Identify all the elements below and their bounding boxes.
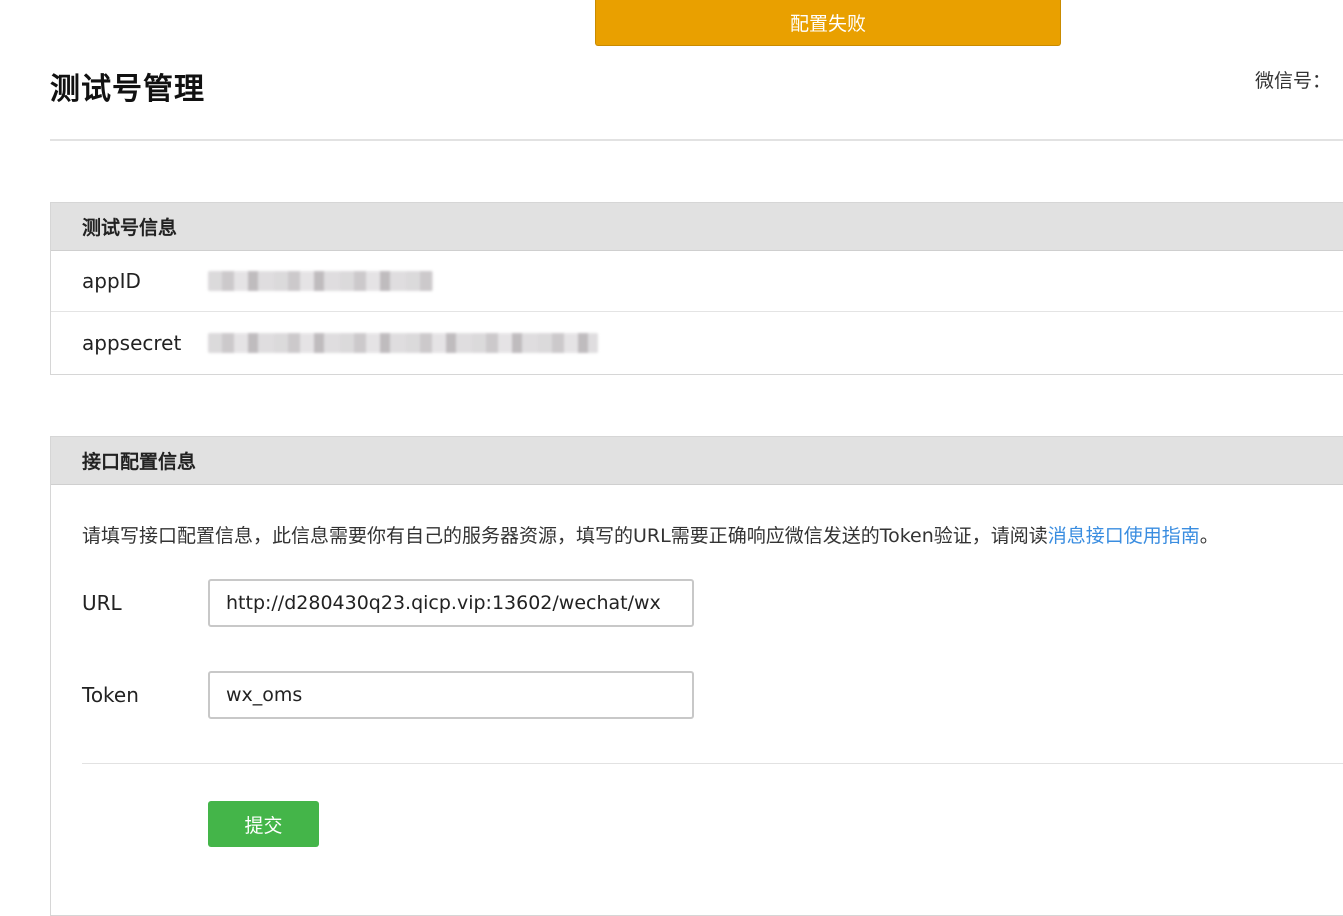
- url-input[interactable]: [208, 579, 694, 627]
- appid-value-redacted: [208, 271, 433, 291]
- appsecret-value-redacted: [208, 332, 598, 353]
- appid-row: appID: [51, 251, 1343, 312]
- api-config-description-text: 请填写接口配置信息，此信息需要你有自己的服务器资源，填写的URL需要正确响应微信…: [82, 525, 1048, 547]
- token-label: Token: [82, 683, 139, 707]
- form-divider: [82, 763, 1343, 764]
- config-failed-toast: 配置失败: [595, 0, 1061, 46]
- toast-message: 配置失败: [789, 13, 866, 35]
- submit-button[interactable]: 提交: [208, 801, 319, 847]
- url-label: URL: [82, 591, 122, 615]
- test-account-panel: 测试号信息 appID appsecret: [50, 202, 1343, 375]
- token-input[interactable]: [208, 671, 694, 719]
- api-config-description-end: 。: [1199, 525, 1219, 547]
- api-config-panel: 接口配置信息 请填写接口配置信息，此信息需要你有自己的服务器资源，填写的URL需…: [50, 436, 1343, 916]
- appsecret-label: appsecret: [82, 330, 182, 355]
- test-account-panel-header: 测试号信息: [51, 203, 1343, 251]
- wechat-id-label: 微信号：: [1255, 70, 1332, 92]
- api-config-panel-header: 接口配置信息: [51, 437, 1343, 485]
- appid-label: appID: [82, 269, 141, 293]
- api-config-description: 请填写接口配置信息，此信息需要你有自己的服务器资源，填写的URL需要正确响应微信…: [82, 521, 1219, 548]
- message-api-guide-link[interactable]: 消息接口使用指南: [1048, 525, 1200, 547]
- title-divider: [50, 139, 1343, 141]
- page-title: 测试号管理: [50, 72, 205, 107]
- appsecret-row: appsecret: [51, 312, 1343, 373]
